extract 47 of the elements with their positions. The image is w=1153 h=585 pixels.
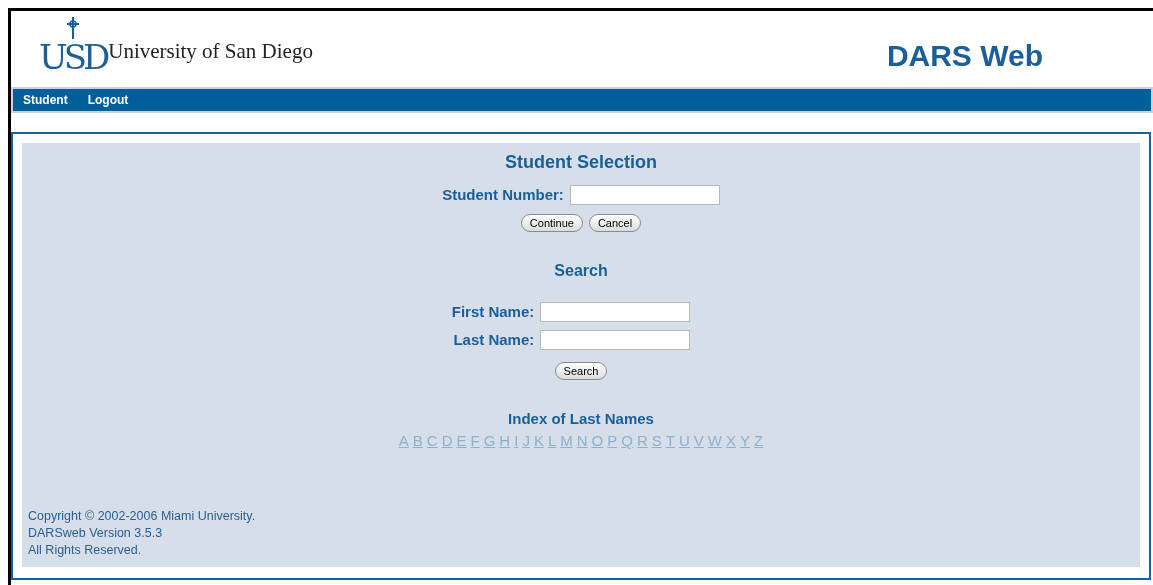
- nav-link[interactable]: Student: [23, 91, 68, 109]
- form-button[interactable]: Continue: [520, 213, 583, 232]
- footer-text: Copyright © 2002-2006 Miami University.: [28, 508, 256, 525]
- letter-link[interactable]: W: [707, 430, 722, 453]
- logo-name: University of San Diego: [108, 37, 313, 65]
- letter-link[interactable]: L: [547, 430, 557, 453]
- form-button[interactable]: Search: [554, 361, 608, 380]
- letter-link[interactable]: E: [456, 430, 467, 453]
- field-label: Last Name:: [453, 330, 535, 350]
- letter-link[interactable]: K: [533, 430, 544, 453]
- letter-link[interactable]: D: [441, 430, 453, 453]
- nav-link[interactable]: Logout: [87, 91, 129, 109]
- section-title: Index of Last Names: [508, 408, 654, 429]
- text-field[interactable]: [540, 330, 691, 351]
- letter-link[interactable]: I: [514, 430, 519, 453]
- letter-link[interactable]: O: [591, 430, 604, 453]
- section-title: Search: [554, 260, 608, 281]
- letter-link[interactable]: T: [665, 430, 675, 453]
- logo-monogram: USD: [39, 17, 107, 75]
- letter-link[interactable]: N: [576, 430, 588, 453]
- footer-text: All Rights Reserved.: [28, 542, 143, 559]
- letter-link[interactable]: X: [726, 430, 736, 453]
- letter-link[interactable]: G: [483, 430, 496, 453]
- cross-icon: [65, 17, 80, 39]
- letter-link[interactable]: C: [426, 430, 438, 453]
- letter-link[interactable]: S: [651, 430, 662, 453]
- field-label: Student Number:: [442, 185, 564, 205]
- letter-link[interactable]: F: [470, 430, 480, 453]
- letter-link[interactable]: Q: [621, 430, 633, 453]
- letter-link[interactable]: R: [636, 430, 648, 453]
- letter-link[interactable]: U: [678, 430, 690, 453]
- letter-link[interactable]: A: [398, 430, 409, 453]
- text-field[interactable]: [569, 185, 720, 206]
- letter-link[interactable]: V: [693, 430, 704, 453]
- letter-link[interactable]: P: [607, 430, 618, 453]
- letter-link[interactable]: M: [560, 430, 573, 453]
- field-label: First Name:: [451, 301, 535, 322]
- text-field[interactable]: [540, 301, 691, 322]
- letter-link[interactable]: Z: [754, 430, 764, 453]
- footer-text: DARSweb Version 3.5.3: [28, 525, 164, 542]
- letter-link[interactable]: B: [412, 430, 423, 453]
- letter-link[interactable]: H: [499, 430, 511, 453]
- section-title: Student Selection: [505, 151, 657, 174]
- letter-link[interactable]: Y: [740, 430, 751, 453]
- letter-link[interactable]: J: [522, 430, 530, 453]
- app-title: DARS Web: [886, 38, 1043, 74]
- form-button[interactable]: Cancel: [588, 213, 642, 232]
